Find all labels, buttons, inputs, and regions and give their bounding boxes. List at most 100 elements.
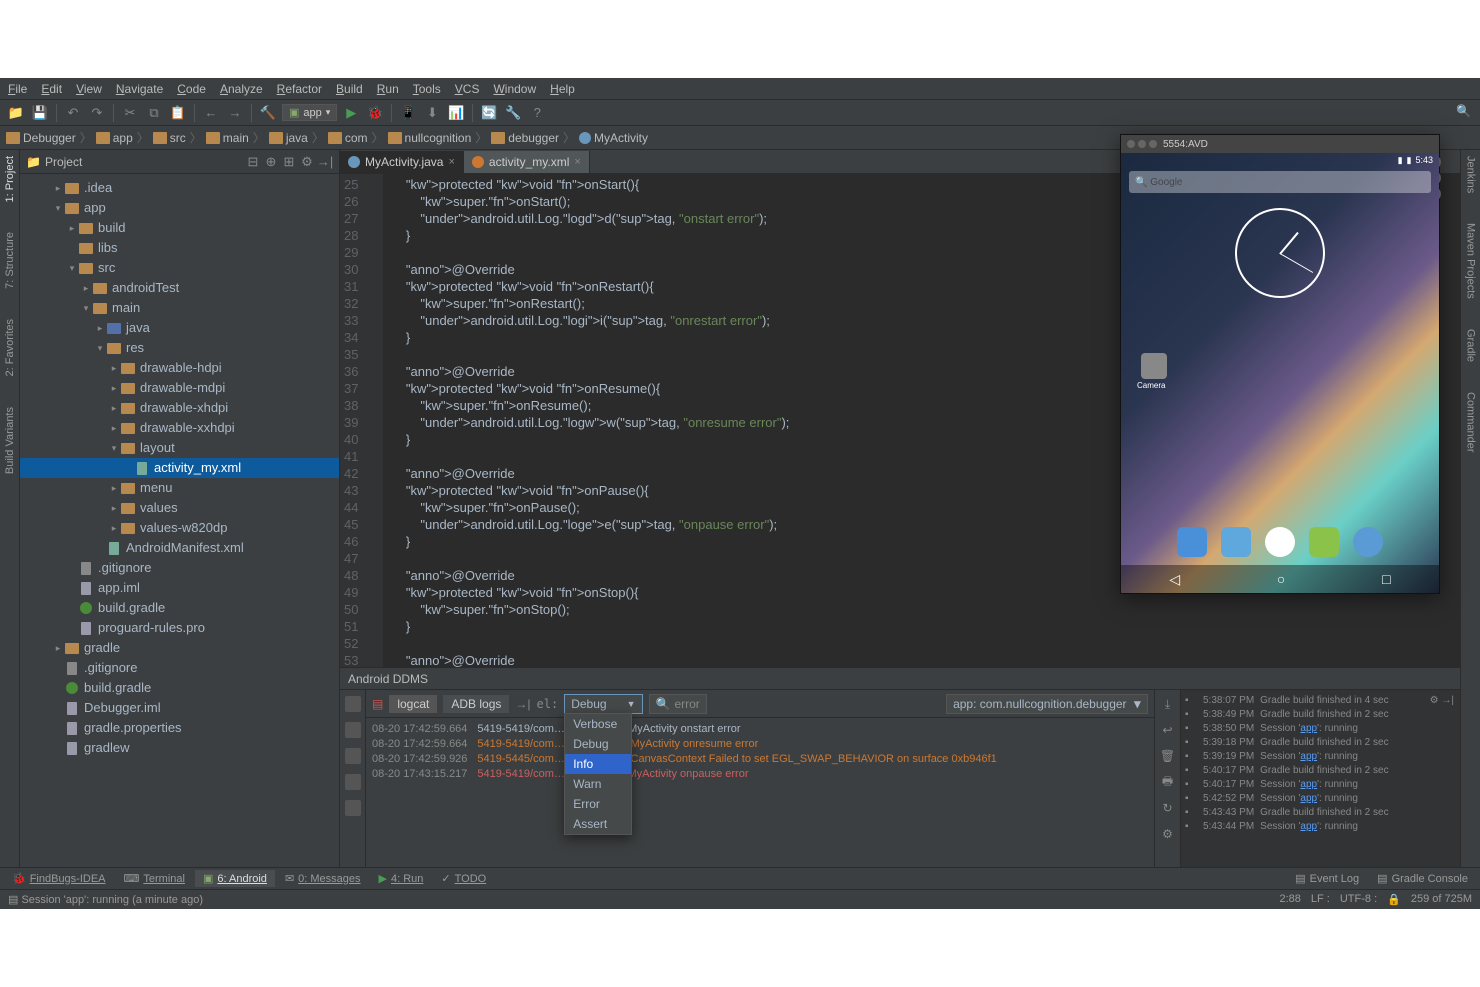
search-icon[interactable]: 🔍 xyxy=(1456,104,1474,122)
tree-node[interactable]: ▸ drawable-mdpi xyxy=(20,378,339,398)
logcat-output[interactable]: 08-20 17:42:59.6645419-5419/com……ugger D… xyxy=(366,718,1154,867)
tree-node[interactable]: ▸ androidTest xyxy=(20,278,339,298)
app-filter-combo[interactable]: app: com.nullcognition.debugger ▼ xyxy=(946,694,1148,714)
editor-tab[interactable]: MyActivity.java× xyxy=(340,151,464,173)
tree-node[interactable]: ▾ app xyxy=(20,198,339,218)
phone-icon[interactable] xyxy=(1177,527,1207,557)
menu-window[interactable]: Window xyxy=(493,82,536,96)
menu-navigate[interactable]: Navigate xyxy=(116,82,163,96)
tree-node[interactable]: ▸ values xyxy=(20,498,339,518)
settings-icon[interactable]: 🔧 xyxy=(503,103,523,123)
tree-node[interactable]: build.gradle xyxy=(20,598,339,618)
event-log[interactable]: ⚙ →| ▪5:38:07 PMGradle build finished in… xyxy=(1180,690,1460,867)
tree-node[interactable]: ▾ layout xyxy=(20,438,339,458)
redo-icon[interactable]: ↷ xyxy=(87,103,107,123)
tree-node[interactable]: ▸ drawable-xxhdpi xyxy=(20,418,339,438)
print-icon[interactable]: 🖶 xyxy=(1160,774,1176,790)
breadcrumb-segment[interactable]: com xyxy=(328,131,368,145)
debug-icon[interactable]: 🐞 xyxy=(365,103,385,123)
sdk-icon[interactable]: ⬇ xyxy=(422,103,442,123)
menu-file[interactable]: File xyxy=(8,82,27,96)
paste-icon[interactable]: 📋 xyxy=(168,103,188,123)
tree-node[interactable]: activity_my.xml xyxy=(20,458,339,478)
android-dock[interactable] xyxy=(1121,521,1439,563)
project-tree[interactable]: ▸ .idea ▾ app ▸ build libs ▾ src ▸ andro… xyxy=(20,174,339,867)
tree-node[interactable]: ▾ res xyxy=(20,338,339,358)
menu-vcs[interactable]: VCS xyxy=(455,82,480,96)
tree-node[interactable]: gradle.properties xyxy=(20,718,339,738)
logcat-tab[interactable]: logcat xyxy=(389,695,437,713)
tree-node[interactable]: gradlew xyxy=(20,738,339,758)
bottom-tab[interactable]: ✓ TODO xyxy=(433,870,494,887)
close-icon[interactable]: × xyxy=(448,156,454,168)
menu-help[interactable]: Help xyxy=(550,82,575,96)
tree-node[interactable]: ▸ menu xyxy=(20,478,339,498)
autoscroll-icon[interactable]: ⊕ xyxy=(263,154,279,170)
open-icon[interactable]: 📁 xyxy=(6,103,26,123)
breadcrumb-segment[interactable]: nullcognition xyxy=(388,131,472,145)
tree-node[interactable]: Debugger.iml xyxy=(20,698,339,718)
gear-icon[interactable]: ⚙ xyxy=(299,154,315,170)
breadcrumb-segment[interactable]: app xyxy=(96,131,133,145)
tool-tab----project[interactable]: 1: Project xyxy=(4,156,16,202)
build-icon[interactable]: 🔨 xyxy=(258,103,278,123)
clear-icon[interactable]: 🗑 xyxy=(1160,748,1176,764)
breadcrumb-segment[interactable]: java xyxy=(269,131,308,145)
breadcrumb-segment[interactable]: src xyxy=(153,131,186,145)
menu-analyze[interactable]: Analyze xyxy=(220,82,263,96)
copy-icon[interactable]: ⧉ xyxy=(144,103,164,123)
hide-icon[interactable]: →| xyxy=(317,154,333,170)
settings-icon[interactable]: ⚙ xyxy=(1160,826,1176,842)
back-icon[interactable]: ◁ xyxy=(1169,571,1180,588)
run-icon[interactable]: ▶ xyxy=(341,103,361,123)
log-level-combo[interactable]: Debug ▼ VerboseDebugInfoWarnErrorAssert xyxy=(564,694,642,714)
bottom-tab[interactable]: ✉ 0: Messages xyxy=(277,870,369,887)
log-level-option[interactable]: Info xyxy=(565,754,631,774)
dump-icon[interactable] xyxy=(345,774,361,790)
tool-tab-jenkins[interactable]: Jenkins xyxy=(1465,156,1477,193)
back-icon[interactable]: ← xyxy=(201,103,221,123)
adb-logs-tab[interactable]: ADB logs xyxy=(443,695,509,713)
record-icon[interactable] xyxy=(345,722,361,738)
emulator-screen[interactable]: ▮ ▮ 5:43 🔍 Google Camera ◁ ○ □ xyxy=(1121,153,1439,593)
messaging-icon[interactable] xyxy=(1309,527,1339,557)
tree-node[interactable]: ▸ .idea xyxy=(20,178,339,198)
bottom-tab[interactable]: ▤ Gradle Console xyxy=(1369,870,1476,887)
menu-run[interactable]: Run xyxy=(377,82,399,96)
close-icon[interactable]: × xyxy=(574,156,580,168)
breadcrumb-segment[interactable]: main xyxy=(206,131,249,145)
menu-edit[interactable]: Edit xyxy=(41,82,62,96)
tree-node[interactable]: ▸ drawable-hdpi xyxy=(20,358,339,378)
breadcrumb-segment[interactable]: debugger xyxy=(491,131,559,145)
tree-node[interactable]: build.gradle xyxy=(20,678,339,698)
tree-node[interactable]: libs xyxy=(20,238,339,258)
menu-build[interactable]: Build xyxy=(336,82,363,96)
apps-icon[interactable] xyxy=(1265,527,1295,557)
file-encoding[interactable]: UTF-8 : xyxy=(1340,893,1377,906)
restart-icon[interactable]: ↻ xyxy=(1160,800,1176,816)
menu-refactor[interactable]: Refactor xyxy=(277,82,322,96)
breadcrumb-segment[interactable]: Debugger xyxy=(6,131,76,145)
tree-node[interactable]: ▾ main xyxy=(20,298,339,318)
bottom-tab[interactable]: ⌨ Terminal xyxy=(116,870,193,887)
log-level-option[interactable]: Assert xyxy=(565,814,631,834)
monitor-icon[interactable]: 📊 xyxy=(446,103,466,123)
tree-node[interactable]: ▸ gradle xyxy=(20,638,339,658)
tool-tab-commander[interactable]: Commander xyxy=(1465,392,1477,453)
breadcrumb-segment[interactable]: MyActivity xyxy=(579,131,648,145)
help-icon[interactable]: ? xyxy=(527,103,547,123)
soft-wrap-icon[interactable]: ↩ xyxy=(1160,722,1176,738)
recents-icon[interactable]: □ xyxy=(1382,571,1390,587)
log-level-option[interactable]: Debug xyxy=(565,734,631,754)
tree-node[interactable]: ▸ build xyxy=(20,218,339,238)
log-level-option[interactable]: Error xyxy=(565,794,631,814)
camera-app-icon[interactable] xyxy=(1141,353,1167,379)
clock-widget[interactable] xyxy=(1235,208,1325,298)
tool-tab-gradle[interactable]: Gradle xyxy=(1465,329,1477,362)
gear-icon[interactable]: ⚙ →| xyxy=(1430,694,1454,708)
tree-node[interactable]: proguard-rules.pro xyxy=(20,618,339,638)
scroll-end-icon[interactable]: ⤓ xyxy=(1160,696,1176,712)
tool-tab----favorites[interactable]: 2: Favorites xyxy=(4,319,16,376)
screenshot-icon[interactable] xyxy=(345,696,361,712)
tree-node[interactable]: .gitignore xyxy=(20,558,339,578)
